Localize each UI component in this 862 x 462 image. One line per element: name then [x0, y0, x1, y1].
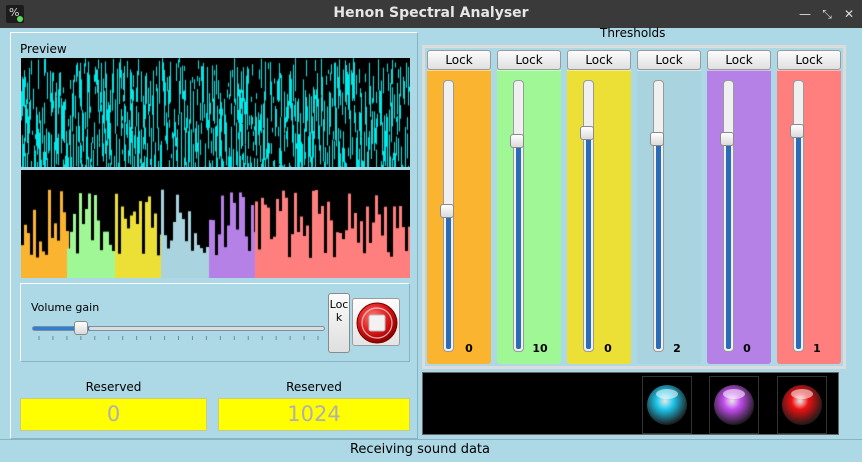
channel-2-threshold-slider[interactable] [513, 80, 524, 352]
waveform-display [21, 58, 410, 167]
channel-5-threshold-slider[interactable] [723, 80, 734, 352]
channel-5-threshold-handle[interactable] [720, 131, 734, 146]
spectrum-display [21, 170, 410, 278]
stop-button[interactable] [352, 298, 400, 346]
channel-1-lock-button[interactable]: Lock [427, 50, 491, 70]
thresholds-label: Thresholds [600, 26, 666, 40]
volume-gain-handle[interactable] [73, 321, 88, 335]
channel-4-threshold-handle[interactable] [650, 131, 664, 146]
stop-icon [356, 302, 398, 344]
reserved-field-2[interactable]: 1024 [218, 398, 410, 431]
close-icon[interactable]: ✕ [840, 4, 858, 24]
channel-4-column: 2 [637, 70, 701, 364]
indicator-led-cyan [642, 376, 692, 434]
volume-gain-label: Volume gain [31, 301, 100, 314]
minimize-icon[interactable]: — [796, 4, 814, 24]
channel-1-value: 0 [465, 342, 473, 355]
channel-6-threshold-slider[interactable] [793, 80, 804, 352]
channel-5-lock-button[interactable]: Lock [707, 50, 771, 70]
indicator-led-purple [709, 376, 759, 434]
channel-4-lock-button[interactable]: Lock [637, 50, 701, 70]
channel-2-threshold-handle[interactable] [510, 134, 524, 149]
channel-1-column: 0 [427, 70, 491, 364]
channel-4-value: 2 [673, 342, 681, 355]
channel-3-value: 0 [604, 342, 612, 355]
channel-1-threshold-handle[interactable] [440, 203, 454, 218]
channel-6-value: 1 [813, 342, 821, 355]
channel-5-column: 0 [707, 70, 771, 364]
window-title: Henon Spectral Analyser [333, 5, 529, 21]
channel-6-column: 1 [777, 70, 841, 364]
channel-2-lock-button[interactable]: Lock [497, 50, 561, 70]
channel-4-threshold-slider[interactable] [653, 80, 664, 352]
channel-3-column: 0 [567, 70, 631, 364]
title-bar: % Henon Spectral Analyser — ⤡ ✕ [0, 0, 862, 28]
volume-ticks [38, 336, 319, 340]
channel-2-value: 10 [532, 342, 548, 355]
reserved-label-2: Reserved [286, 380, 342, 394]
status-bar-text: Receiving sound data [349, 442, 490, 457]
maximize-icon[interactable]: ⤡ [818, 4, 836, 24]
channel-6-threshold-handle[interactable] [790, 123, 804, 138]
channel-3-threshold-slider[interactable] [583, 80, 594, 352]
channel-6-lock-button[interactable]: Lock [777, 50, 841, 70]
channel-3-threshold-handle[interactable] [580, 126, 594, 141]
preview-label: Preview [20, 42, 67, 56]
channel-5-value: 0 [743, 342, 751, 355]
status-divider [0, 439, 862, 440]
indicator-led-red [777, 376, 827, 434]
volume-lock-button[interactable]: Lock [328, 293, 350, 353]
reserved-field-1[interactable]: 0 [20, 398, 207, 431]
channel-3-lock-button[interactable]: Lock [567, 50, 631, 70]
reserved-label-1: Reserved [85, 380, 142, 394]
channel-2-column: 10 [497, 70, 561, 364]
main-window: Preview Volume gain Lock Reserved 0 Rese… [0, 26, 862, 462]
